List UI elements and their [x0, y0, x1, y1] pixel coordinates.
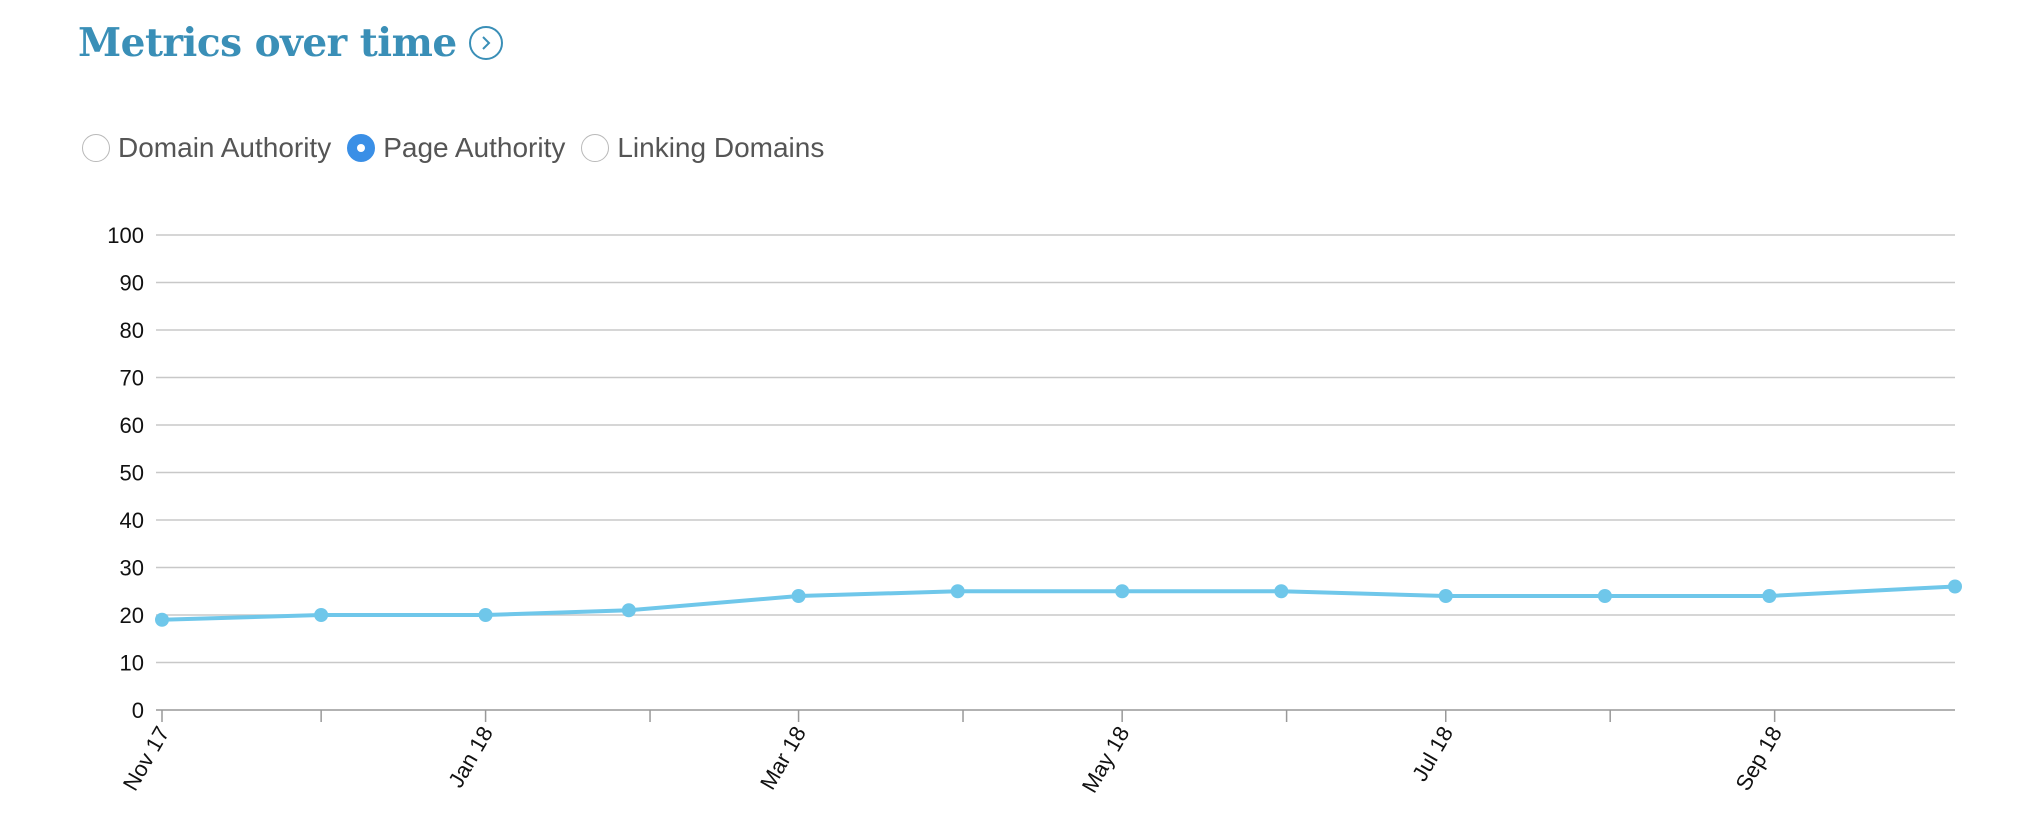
data-point — [1115, 584, 1130, 599]
y-tick-label: 70 — [120, 366, 144, 391]
x-tick-label: Jul 18 — [1407, 722, 1458, 785]
data-point — [478, 608, 493, 622]
line-chart: 0 10 20 30 40 50 60 70 80 90 100 Nov 17 Jan 18 Mar 18… — [107, 223, 1962, 797]
data-point — [1274, 584, 1289, 599]
data-point — [1762, 589, 1777, 603]
data-point — [314, 608, 329, 622]
y-tick-label: 80 — [120, 318, 144, 343]
y-tick-label: 100 — [107, 223, 144, 248]
data-point — [791, 589, 806, 603]
y-tick-label: 30 — [120, 556, 144, 581]
y-tick-label: 10 — [120, 651, 144, 676]
y-tick-label: 60 — [120, 413, 144, 438]
x-tick-label: Jan 18 — [443, 722, 498, 792]
y-tick-label: 0 — [132, 698, 144, 723]
data-point — [155, 612, 169, 627]
y-tick-label: 90 — [120, 271, 144, 296]
data-point — [950, 584, 965, 599]
data-point — [1597, 589, 1612, 603]
data-point — [1948, 579, 1962, 594]
data-point — [1438, 589, 1453, 603]
data-point — [621, 603, 636, 618]
x-tick-label: May 18 — [1077, 722, 1135, 797]
y-tick-label: 50 — [120, 461, 144, 486]
x-tick-label: Mar 18 — [755, 722, 811, 794]
y-tick-label: 20 — [120, 603, 144, 628]
x-tick-label: Nov 17 — [118, 722, 175, 795]
x-tick-label: Sep 18 — [1730, 722, 1787, 795]
y-tick-label: 40 — [120, 508, 144, 533]
